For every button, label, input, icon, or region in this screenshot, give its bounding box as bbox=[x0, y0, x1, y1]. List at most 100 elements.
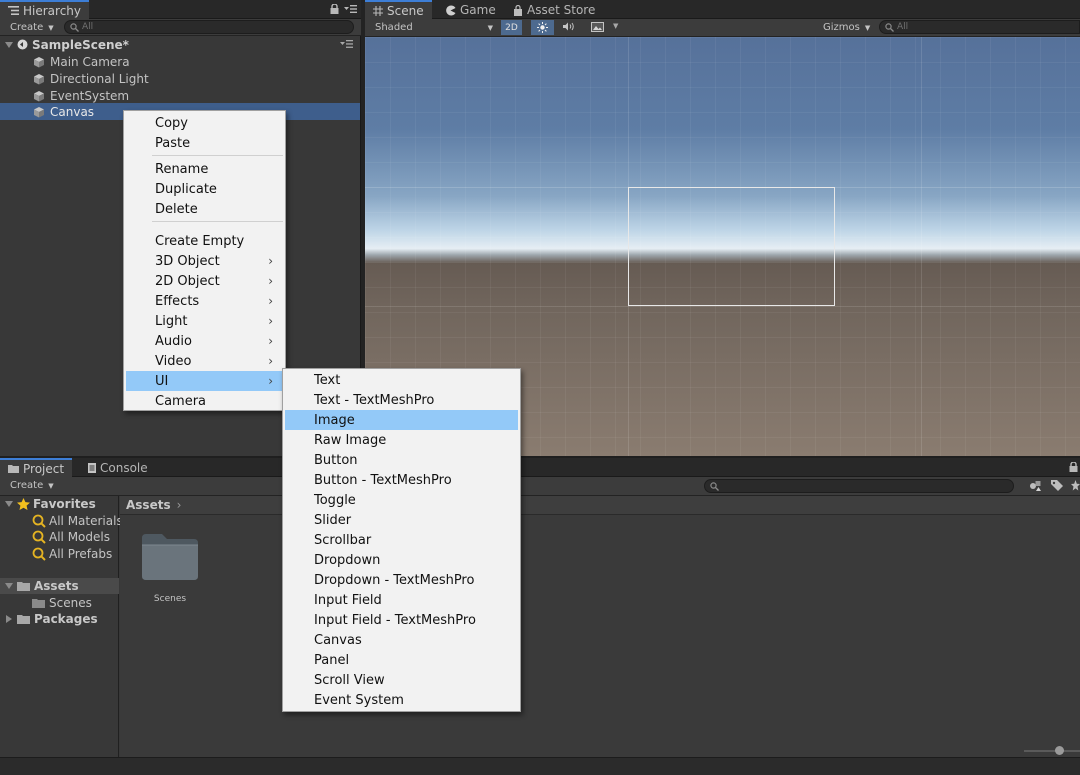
ui-submenu: Text Text - TextMeshPro Image Raw Image Butt… bbox=[282, 368, 521, 712]
project-create-button[interactable]: Create ▼ bbox=[10, 478, 54, 493]
tab-project[interactable]: Project bbox=[0, 458, 73, 477]
submenu-item-button-textmeshpro[interactable]: Button - TextMeshPro bbox=[285, 470, 518, 490]
submenu-item-toggle[interactable]: Toggle bbox=[285, 490, 518, 510]
toggle-2d-button[interactable]: 2D bbox=[501, 20, 522, 35]
submenu-item-scrollbar[interactable]: Scrollbar bbox=[285, 530, 518, 550]
expand-triangle-icon[interactable] bbox=[5, 583, 13, 589]
submenu-item-label: Panel bbox=[314, 652, 350, 668]
submenu-item-image[interactable]: Image bbox=[285, 410, 518, 430]
submenu-item-text-textmeshpro[interactable]: Text - TextMeshPro bbox=[285, 390, 518, 410]
expand-triangle-icon[interactable] bbox=[5, 41, 13, 48]
project-tab-strip: Project Console bbox=[0, 458, 1080, 477]
submenu-item-input-field[interactable]: Input Field bbox=[285, 590, 518, 610]
tree-favorites[interactable]: Favorites bbox=[0, 496, 119, 512]
hierarchy-item-directional-light[interactable]: Directional Light bbox=[0, 70, 360, 87]
menu-item-light[interactable]: Light › bbox=[126, 311, 283, 331]
shopping-bag-icon bbox=[513, 4, 523, 16]
tree-favorite-all-materials[interactable]: All Materials bbox=[0, 513, 123, 529]
menu-item-ui[interactable]: UI › bbox=[126, 371, 283, 391]
menu-item-audio[interactable]: Audio › bbox=[126, 331, 283, 351]
menu-item-label: Audio bbox=[155, 333, 192, 349]
submenu-item-raw-image[interactable]: Raw Image bbox=[285, 430, 518, 450]
hierarchy-create-button[interactable]: Create ▼ bbox=[10, 20, 54, 35]
chevron-right-icon: › bbox=[176, 498, 182, 512]
menu-item-delete[interactable]: Delete bbox=[126, 199, 283, 219]
breadcrumb-assets[interactable]: Assets bbox=[126, 498, 171, 512]
submenu-item-button[interactable]: Button bbox=[285, 450, 518, 470]
menu-item-2d-object[interactable]: 2D Object › bbox=[126, 271, 283, 291]
scene-audio-button[interactable] bbox=[563, 21, 577, 32]
gizmos-dropdown[interactable]: Gizmos ▼ bbox=[823, 20, 870, 35]
icon-size-slider[interactable] bbox=[1024, 746, 1080, 756]
filter-by-type-icon[interactable] bbox=[1029, 480, 1042, 491]
tree-assets[interactable]: Assets bbox=[0, 578, 119, 594]
slider-thumb[interactable] bbox=[1055, 746, 1064, 755]
hierarchy-item-label: Canvas bbox=[50, 104, 95, 119]
lock-icon[interactable] bbox=[330, 4, 339, 14]
tab-asset-store[interactable]: Asset Store bbox=[505, 1, 603, 19]
tree-favorite-all-models[interactable]: All Models bbox=[0, 529, 119, 545]
submenu-item-input-field-textmeshpro[interactable]: Input Field - TextMeshPro bbox=[285, 610, 518, 630]
sun-icon bbox=[537, 22, 548, 33]
menu-item-3d-object[interactable]: 3D Object › bbox=[126, 251, 283, 271]
submenu-item-text[interactable]: Text bbox=[285, 370, 518, 390]
chevron-right-icon: › bbox=[268, 374, 273, 388]
expand-triangle-icon[interactable] bbox=[5, 501, 13, 507]
tab-scene[interactable]: Scene bbox=[365, 0, 432, 19]
scene-root-row[interactable]: SampleScene* bbox=[0, 36, 360, 53]
tab-console-label: Console bbox=[100, 461, 148, 475]
menu-item-create-empty[interactable]: Create Empty bbox=[126, 231, 283, 251]
tree-assets-scenes[interactable]: Scenes bbox=[0, 595, 119, 611]
scene-lighting-button[interactable] bbox=[531, 20, 554, 35]
submenu-item-canvas[interactable]: Canvas bbox=[285, 630, 518, 650]
gameobject-cube-icon bbox=[33, 73, 45, 85]
asset-folder-scenes[interactable]: Scenes bbox=[134, 532, 206, 612]
gizmos-label: Gizmos bbox=[823, 22, 860, 33]
submenu-item-scroll-view[interactable]: Scroll View bbox=[285, 670, 518, 690]
submenu-item-label: Scrollbar bbox=[314, 532, 372, 548]
scenes-label: Scenes bbox=[49, 596, 92, 610]
search-icon bbox=[32, 530, 46, 544]
tree-packages[interactable]: Packages bbox=[0, 611, 119, 627]
lock-icon[interactable] bbox=[1069, 462, 1078, 472]
menu-item-rename[interactable]: Rename bbox=[126, 159, 283, 179]
tab-game[interactable]: Game bbox=[437, 1, 504, 19]
chevron-down-icon: ▼ bbox=[864, 23, 871, 32]
tab-console[interactable]: Console bbox=[80, 459, 156, 477]
hierarchy-search-input[interactable]: All bbox=[64, 20, 354, 34]
panel-menu-icon[interactable] bbox=[344, 4, 357, 14]
collapsed-triangle-icon[interactable] bbox=[6, 615, 12, 623]
submenu-item-panel[interactable]: Panel bbox=[285, 650, 518, 670]
menu-item-copy[interactable]: Copy bbox=[126, 113, 283, 133]
shading-mode-dropdown[interactable]: Shaded ▼ bbox=[375, 20, 493, 35]
menu-item-label: Effects bbox=[155, 293, 200, 309]
scene-search-input[interactable]: All bbox=[879, 20, 1080, 34]
tab-scene-label: Scene bbox=[387, 3, 424, 18]
submenu-item-slider[interactable]: Slider bbox=[285, 510, 518, 530]
canvas-rect-outline[interactable] bbox=[628, 187, 835, 306]
hierarchy-item-eventsystem[interactable]: EventSystem bbox=[0, 87, 360, 104]
chevron-down-icon[interactable]: ▼ bbox=[613, 22, 618, 30]
scene-effects-button[interactable] bbox=[591, 22, 604, 32]
hierarchy-item-main-camera[interactable]: Main Camera bbox=[0, 53, 360, 70]
menu-item-camera[interactable]: Camera bbox=[126, 391, 283, 411]
menu-item-paste[interactable]: Paste bbox=[126, 133, 283, 153]
menu-item-effects[interactable]: Effects › bbox=[126, 291, 283, 311]
slider-track bbox=[1024, 750, 1080, 752]
toggle-2d-label: 2D bbox=[505, 22, 518, 33]
tab-hierarchy[interactable]: Hierarchy bbox=[0, 0, 90, 19]
submenu-item-label: Scroll View bbox=[314, 672, 385, 688]
tree-favorite-all-prefabs[interactable]: All Prefabs bbox=[0, 546, 119, 562]
submenu-item-label: Canvas bbox=[314, 632, 362, 648]
submenu-item-event-system[interactable]: Event System bbox=[285, 690, 518, 710]
menu-item-video[interactable]: Video › bbox=[126, 351, 283, 371]
submenu-item-dropdown-textmeshpro[interactable]: Dropdown - TextMeshPro bbox=[285, 570, 518, 590]
shading-mode-value: Shaded bbox=[375, 22, 413, 33]
favorite-star-icon[interactable] bbox=[1071, 480, 1080, 491]
menu-item-duplicate[interactable]: Duplicate bbox=[126, 179, 283, 199]
submenu-item-dropdown[interactable]: Dropdown bbox=[285, 550, 518, 570]
scene-options-icon[interactable] bbox=[340, 40, 353, 48]
assets-label: Assets bbox=[34, 579, 79, 593]
project-search-input[interactable] bbox=[704, 479, 1014, 493]
filter-by-label-icon[interactable] bbox=[1051, 480, 1063, 491]
